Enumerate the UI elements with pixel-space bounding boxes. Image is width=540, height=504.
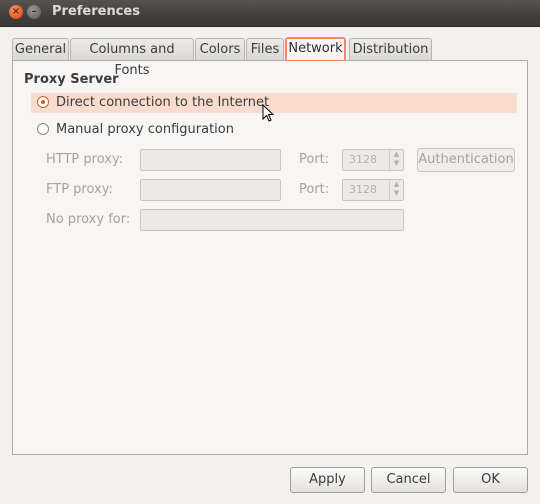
tab-columns-and-fonts[interactable]: Columns and Fonts [70,38,194,78]
proxy-server-heading: Proxy Server [24,72,119,87]
spin-arrows-icon[interactable]: ▲ ▼ [389,180,403,200]
cancel-button[interactable]: Cancel [371,467,446,493]
no-proxy-label: No proxy for: [46,212,131,227]
spin-arrows-icon[interactable]: ▲ ▼ [389,150,403,170]
title-bar: × – Preferences [0,0,540,27]
apply-button[interactable]: Apply [290,467,365,493]
ftp-proxy-label: FTP proxy: [46,182,113,197]
http-port-spinner[interactable]: 3128 ▲ ▼ [342,149,404,171]
tab-general[interactable]: General [12,38,69,60]
ftp-port-spinner[interactable]: 3128 ▲ ▼ [342,179,404,201]
no-proxy-input[interactable] [140,209,404,231]
manual-proxy-label: Manual proxy configuration [56,122,234,137]
ftp-port-value: 3128 [349,183,377,196]
radio-unselected-icon[interactable] [37,123,49,135]
http-proxy-label: HTTP proxy: [46,152,124,167]
manual-proxy-option[interactable]: Manual proxy configuration [31,120,331,140]
mouse-pointer-icon [262,104,274,122]
tab-files[interactable]: Files [246,38,284,60]
direct-connection-option[interactable]: Direct connection to the Internet [31,93,517,113]
ftp-proxy-input[interactable] [140,179,281,201]
http-proxy-input[interactable] [140,149,281,171]
window-title: Preferences [52,4,140,19]
authentication-button[interactable]: Authentication [417,148,515,172]
http-port-value: 3128 [349,153,377,166]
ok-button[interactable]: OK [453,467,528,493]
tab-distribution[interactable]: Distribution [349,38,432,60]
ftp-port-label: Port: [299,182,330,197]
tab-network[interactable]: Network [285,37,346,61]
radio-selected-icon[interactable] [37,96,49,108]
close-icon[interactable]: × [9,5,23,19]
http-port-label: Port: [299,152,330,167]
direct-connection-label: Direct connection to the Internet [56,95,270,110]
minimize-icon[interactable]: – [27,5,41,19]
tab-colors[interactable]: Colors [195,38,245,60]
preferences-window: × – Preferences General Columns and Font… [0,0,540,504]
